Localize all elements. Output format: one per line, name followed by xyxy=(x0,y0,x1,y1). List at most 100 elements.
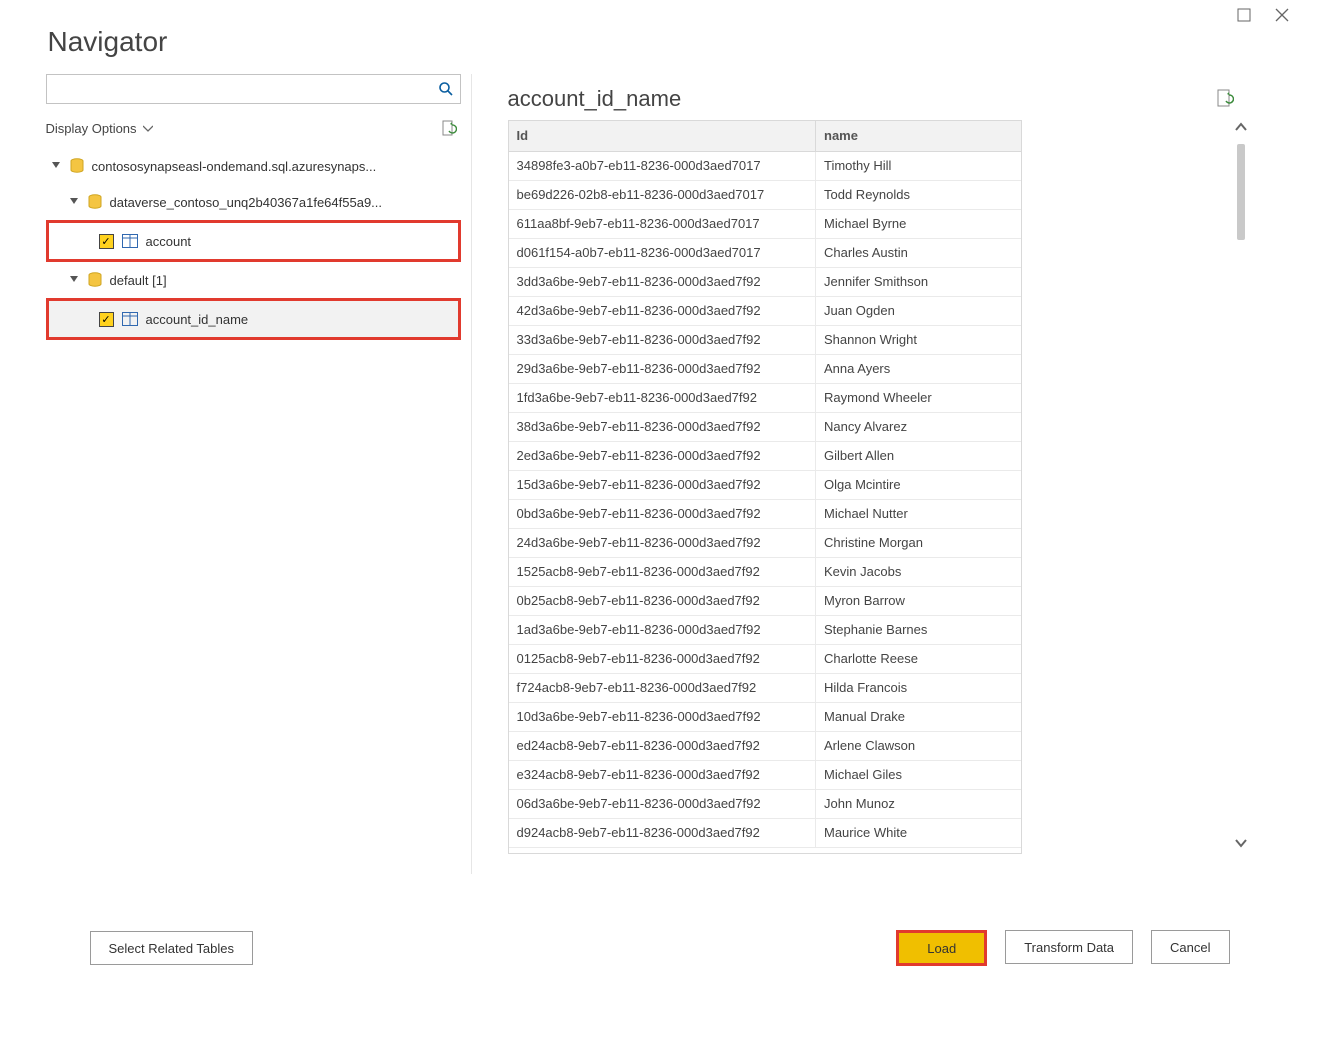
database-icon xyxy=(88,194,102,210)
table-row[interactable]: 34898fe3-a0b7-eb11-8236-000d3aed7017Timo… xyxy=(509,151,1021,180)
table-row[interactable]: d061f154-a0b7-eb11-8236-000d3aed7017Char… xyxy=(509,238,1021,267)
cell-id: 06d3a6be-9eb7-eb11-8236-000d3aed7f92 xyxy=(509,789,816,818)
cell-id: 1ad3a6be-9eb7-eb11-8236-000d3aed7f92 xyxy=(509,615,816,644)
cell-name: Timothy Hill xyxy=(816,151,1021,180)
search-input[interactable] xyxy=(47,78,432,101)
cell-name: Michael Byrne xyxy=(816,209,1021,238)
table-row[interactable]: 3dd3a6be-9eb7-eb11-8236-000d3aed7f92Jenn… xyxy=(509,267,1021,296)
cell-id: 10d3a6be-9eb7-eb11-8236-000d3aed7f92 xyxy=(509,702,816,731)
scrollbar-thumb[interactable] xyxy=(1237,144,1245,240)
table-row[interactable]: 2ed3a6be-9eb7-eb11-8236-000d3aed7f92Gilb… xyxy=(509,441,1021,470)
expand-icon[interactable] xyxy=(68,274,80,286)
display-options-dropdown[interactable]: Display Options xyxy=(46,121,153,136)
table-row[interactable]: 38d3a6be-9eb7-eb11-8236-000d3aed7f92Nanc… xyxy=(509,412,1021,441)
cell-id: ed24acb8-9eb7-eb11-8236-000d3aed7f92 xyxy=(509,731,816,760)
table-row[interactable]: e324acb8-9eb7-eb11-8236-000d3aed7f92Mich… xyxy=(509,760,1021,789)
select-related-tables-button[interactable]: Select Related Tables xyxy=(90,931,254,965)
cell-id: 2ed3a6be-9eb7-eb11-8236-000d3aed7f92 xyxy=(509,441,816,470)
table-row[interactable]: 10d3a6be-9eb7-eb11-8236-000d3aed7f92Manu… xyxy=(509,702,1021,731)
vertical-scrollbar[interactable] xyxy=(1232,120,1250,854)
cell-name: Nancy Alvarez xyxy=(816,412,1021,441)
cell-name: Myron Barrow xyxy=(816,586,1021,615)
cell-id: 0125acb8-9eb7-eb11-8236-000d3aed7f92 xyxy=(509,644,816,673)
tree-database-label: dataverse_contoso_unq2b40367a1fe64f55a9.… xyxy=(110,195,383,210)
cell-name: Michael Nutter xyxy=(816,499,1021,528)
expand-icon[interactable] xyxy=(50,160,62,172)
tree-default-node[interactable]: default [1] xyxy=(46,262,461,298)
cell-id: 1fd3a6be-9eb7-eb11-8236-000d3aed7f92 xyxy=(509,383,816,412)
cell-name: Gilbert Allen xyxy=(816,441,1021,470)
cell-name: Manual Drake xyxy=(816,702,1021,731)
cancel-button[interactable]: Cancel xyxy=(1151,930,1229,964)
tree-table-account-id-name-label: account_id_name xyxy=(146,312,249,327)
table-row[interactable]: d924acb8-9eb7-eb11-8236-000d3aed7f92Maur… xyxy=(509,818,1021,847)
preview-panel: account_id_name Id name xyxy=(508,74,1274,874)
table-row[interactable]: 33d3a6be-9eb7-eb11-8236-000d3aed7f92Shan… xyxy=(509,325,1021,354)
database-icon xyxy=(70,158,84,174)
table-row[interactable]: 0b25acb8-9eb7-eb11-8236-000d3aed7f92Myro… xyxy=(509,586,1021,615)
cell-name: Charles Austin xyxy=(816,238,1021,267)
cell-id: 29d3a6be-9eb7-eb11-8236-000d3aed7f92 xyxy=(509,354,816,383)
cell-name: Charlotte Reese xyxy=(816,644,1021,673)
cell-id: 42d3a6be-9eb7-eb11-8236-000d3aed7f92 xyxy=(509,296,816,325)
checkbox-checked-icon[interactable]: ✓ xyxy=(99,234,114,249)
transform-data-button[interactable]: Transform Data xyxy=(1005,930,1133,964)
table-row[interactable]: 0bd3a6be-9eb7-eb11-8236-000d3aed7f92Mich… xyxy=(509,499,1021,528)
cell-id: 24d3a6be-9eb7-eb11-8236-000d3aed7f92 xyxy=(509,528,816,557)
tree-table-account-id-name[interactable]: ✓ account_id_name xyxy=(46,298,461,340)
table-row[interactable]: 1ad3a6be-9eb7-eb11-8236-000d3aed7f92Step… xyxy=(509,615,1021,644)
cell-name: Raymond Wheeler xyxy=(816,383,1021,412)
table-row[interactable]: ed24acb8-9eb7-eb11-8236-000d3aed7f92Arle… xyxy=(509,731,1021,760)
table-row[interactable]: 1525acb8-9eb7-eb11-8236-000d3aed7f92Kevi… xyxy=(509,557,1021,586)
table-row[interactable]: f724acb8-9eb7-eb11-8236-000d3aed7f92Hild… xyxy=(509,673,1021,702)
table-icon xyxy=(122,312,138,326)
table-icon xyxy=(122,234,138,248)
scroll-up-icon[interactable] xyxy=(1234,120,1248,138)
tree-server-label: contososynapseasl-ondemand.sql.azuresyna… xyxy=(92,159,377,174)
search-box xyxy=(46,74,461,104)
cell-id: 33d3a6be-9eb7-eb11-8236-000d3aed7f92 xyxy=(509,325,816,354)
column-header-name[interactable]: name xyxy=(816,121,1021,151)
cell-id: 34898fe3-a0b7-eb11-8236-000d3aed7017 xyxy=(509,151,816,180)
cell-id: 611aa8bf-9eb7-eb11-8236-000d3aed7017 xyxy=(509,209,816,238)
preview-table-container: Id name 34898fe3-a0b7-eb11-8236-000d3aed… xyxy=(508,120,1022,854)
cell-name: Shannon Wright xyxy=(816,325,1021,354)
page-title: Navigator xyxy=(46,0,1274,74)
cell-id: 3dd3a6be-9eb7-eb11-8236-000d3aed7f92 xyxy=(509,267,816,296)
cell-name: Michael Giles xyxy=(816,760,1021,789)
search-icon[interactable] xyxy=(432,81,460,97)
display-options-label: Display Options xyxy=(46,121,137,136)
scroll-down-icon[interactable] xyxy=(1234,836,1248,854)
table-row[interactable]: 24d3a6be-9eb7-eb11-8236-000d3aed7f92Chri… xyxy=(509,528,1021,557)
cell-name: Juan Ogden xyxy=(816,296,1021,325)
cell-name: Maurice White xyxy=(816,818,1021,847)
column-header-id[interactable]: Id xyxy=(509,121,816,151)
tree-default-label: default [1] xyxy=(110,273,167,288)
table-row[interactable]: be69d226-02b8-eb11-8236-000d3aed7017Todd… xyxy=(509,180,1021,209)
table-row[interactable]: 15d3a6be-9eb7-eb11-8236-000d3aed7f92Olga… xyxy=(509,470,1021,499)
table-row[interactable]: 1fd3a6be-9eb7-eb11-8236-000d3aed7f92Raym… xyxy=(509,383,1021,412)
close-button[interactable] xyxy=(1273,6,1291,24)
expand-icon[interactable] xyxy=(68,196,80,208)
preview-table: Id name 34898fe3-a0b7-eb11-8236-000d3aed… xyxy=(509,121,1021,848)
checkbox-checked-icon[interactable]: ✓ xyxy=(99,312,114,327)
cell-name: Arlene Clawson xyxy=(816,731,1021,760)
table-row[interactable]: 0125acb8-9eb7-eb11-8236-000d3aed7f92Char… xyxy=(509,644,1021,673)
cell-name: Jennifer Smithson xyxy=(816,267,1021,296)
load-button[interactable]: Load xyxy=(896,930,987,966)
cell-name: Todd Reynolds xyxy=(816,180,1021,209)
refresh-tree-icon[interactable] xyxy=(437,119,461,137)
table-row[interactable]: 06d3a6be-9eb7-eb11-8236-000d3aed7f92John… xyxy=(509,789,1021,818)
cell-id: 1525acb8-9eb7-eb11-8236-000d3aed7f92 xyxy=(509,557,816,586)
cell-name: John Munoz xyxy=(816,789,1021,818)
table-row[interactable]: 611aa8bf-9eb7-eb11-8236-000d3aed7017Mich… xyxy=(509,209,1021,238)
table-row[interactable]: 29d3a6be-9eb7-eb11-8236-000d3aed7f92Anna… xyxy=(509,354,1021,383)
cell-id: 0bd3a6be-9eb7-eb11-8236-000d3aed7f92 xyxy=(509,499,816,528)
refresh-preview-icon[interactable] xyxy=(1216,88,1234,111)
tree-server-node[interactable]: contososynapseasl-ondemand.sql.azuresyna… xyxy=(46,148,461,184)
cell-id: d061f154-a0b7-eb11-8236-000d3aed7017 xyxy=(509,238,816,267)
table-row[interactable]: 42d3a6be-9eb7-eb11-8236-000d3aed7f92Juan… xyxy=(509,296,1021,325)
cell-name: Anna Ayers xyxy=(816,354,1021,383)
tree-database-node[interactable]: dataverse_contoso_unq2b40367a1fe64f55a9.… xyxy=(46,184,461,220)
tree-table-account[interactable]: ✓ account xyxy=(46,220,461,262)
